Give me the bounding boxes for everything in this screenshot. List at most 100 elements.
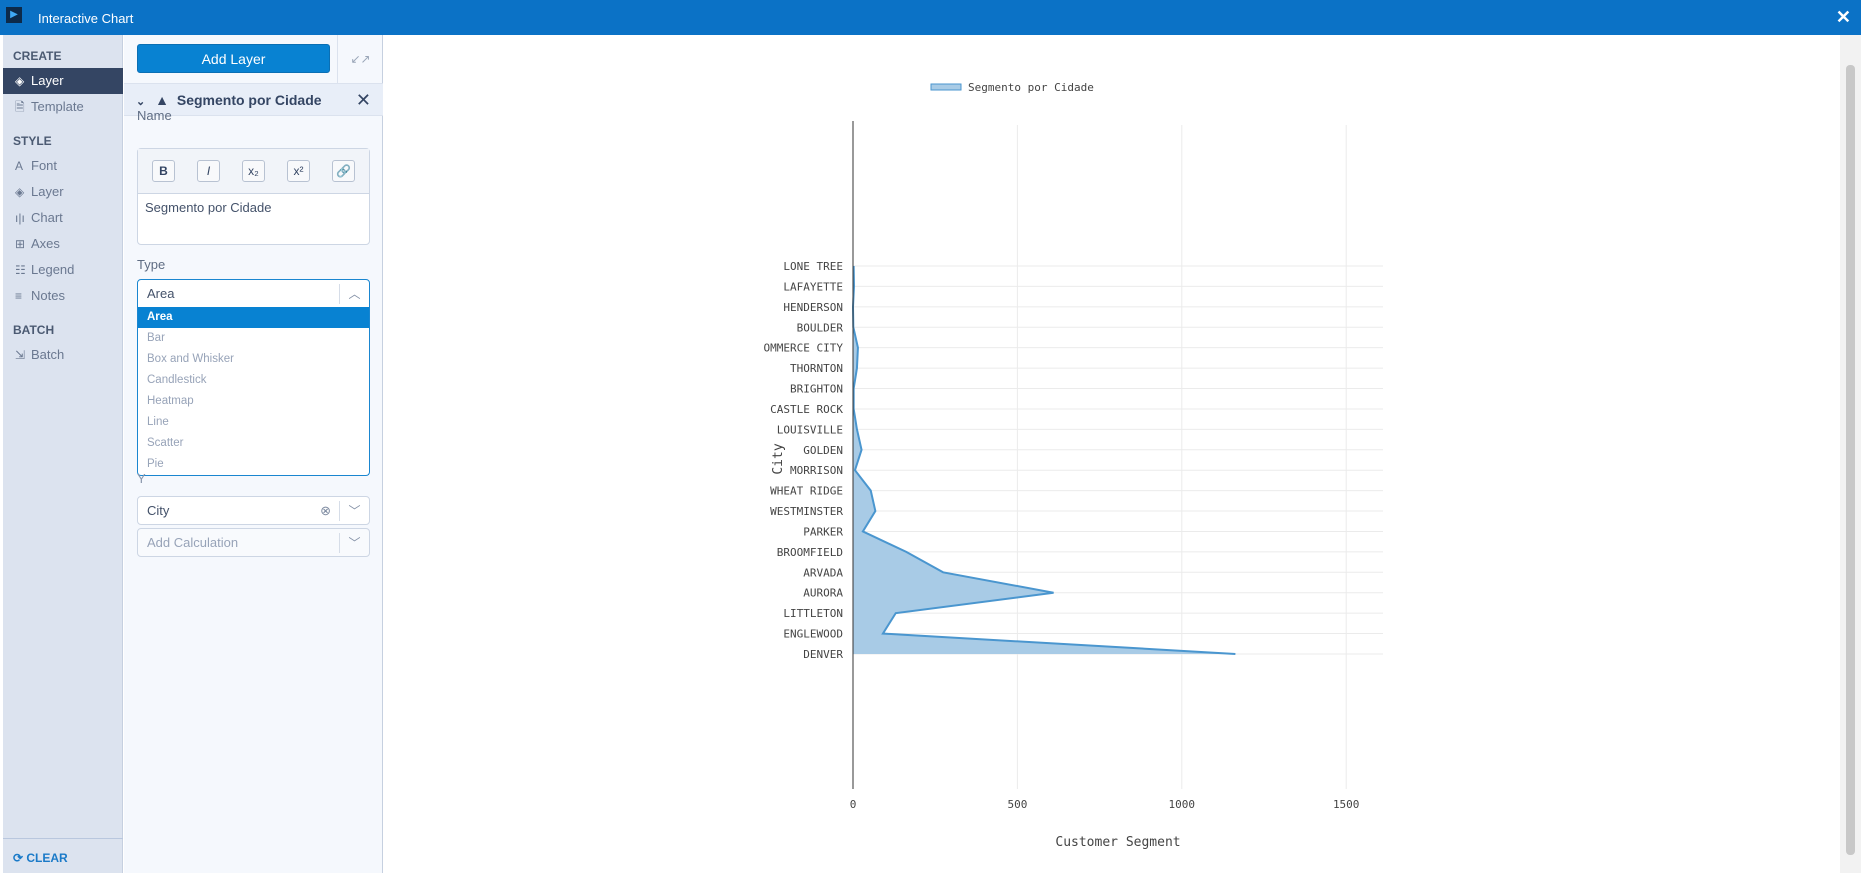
collapse-icon: ↙↗ bbox=[350, 52, 370, 66]
sidebar-item-axes[interactable]: ⊞Axes bbox=[3, 231, 123, 257]
sidebar-item-template[interactable]: 🗎Template bbox=[3, 94, 123, 120]
chevron-down-icon[interactable]: ﹀ bbox=[339, 533, 369, 553]
format-toolbar: B I x₂ x² 🔗 bbox=[138, 149, 369, 194]
sidebar-item-label: Legend bbox=[31, 262, 74, 277]
layer-panel: Add Layer ↙↗ ⌄ ▲ Segmento por Cidade ✕ N… bbox=[124, 35, 383, 873]
area-fill bbox=[853, 266, 1235, 654]
name-input[interactable]: Segmento por Cidade bbox=[138, 194, 369, 221]
type-option-scatter[interactable]: Scatter bbox=[138, 433, 369, 454]
section-batch: BATCH bbox=[13, 323, 54, 337]
superscript-button[interactable]: x² bbox=[287, 160, 310, 182]
layer-title: Segmento por Cidade bbox=[177, 92, 322, 108]
y-tick-label: HENDERSON bbox=[783, 301, 843, 314]
y-value: City bbox=[147, 503, 169, 518]
chart-svg: LONE TREE LAFAYETTE HENDERSON BOULDER OMMERC… bbox=[384, 35, 1840, 873]
y-tick-label: LITTLETON bbox=[783, 607, 843, 620]
sidebar-item-chart[interactable]: ı|ıChart bbox=[3, 205, 123, 231]
chevron-down-icon[interactable]: ⌄ bbox=[136, 96, 145, 108]
y-tick-label: WHEAT RIDGE bbox=[770, 485, 843, 498]
template-icon: 🗎 bbox=[15, 94, 31, 120]
x-tick-label: 500 bbox=[1007, 798, 1027, 811]
y-tick-label: LAFAYETTE bbox=[783, 280, 843, 293]
sidebar-item-legend[interactable]: ☷Legend bbox=[3, 257, 123, 283]
y-select[interactable]: City ⊗ ﹀ bbox=[137, 496, 370, 525]
clear-button[interactable]: ⟳ CLEAR bbox=[3, 838, 123, 877]
subscript-button[interactable]: x₂ bbox=[242, 160, 265, 182]
y-tick-label: AURORA bbox=[803, 587, 843, 600]
calculation-placeholder: Add Calculation bbox=[147, 535, 238, 550]
sidebar-item-label: Font bbox=[31, 158, 57, 173]
sidebar-item-label: Batch bbox=[31, 347, 64, 362]
y-axis-title: City bbox=[771, 443, 786, 474]
collapse-panel-button[interactable]: ↙↗ bbox=[337, 35, 383, 83]
y-tick-label: LONE TREE bbox=[783, 260, 843, 273]
clear-label: CLEAR bbox=[26, 851, 67, 865]
sidebar: CREATE◈Layer🗎TemplateSTYLEAFont◈Layerı|ı… bbox=[3, 35, 123, 873]
clear-value-icon[interactable]: ⊗ bbox=[320, 497, 331, 524]
sidebar-item-font[interactable]: AFont bbox=[3, 153, 123, 179]
x-tick-label: 1000 bbox=[1169, 798, 1196, 811]
type-option-line[interactable]: Line bbox=[138, 412, 369, 433]
type-option-box-and-whisker[interactable]: Box and Whisker bbox=[138, 349, 369, 370]
chevron-up-icon[interactable]: ︿ bbox=[339, 284, 369, 304]
chart-area: LONE TREE LAFAYETTE HENDERSON BOULDER OMMERC… bbox=[384, 35, 1840, 873]
sidebar-item-layer[interactable]: ◈Layer bbox=[3, 68, 123, 94]
y-tick-label: CASTLE ROCK bbox=[770, 403, 843, 416]
type-select[interactable]: Area ︿ bbox=[137, 279, 370, 308]
type-option-bar[interactable]: Bar bbox=[138, 328, 369, 349]
y-tick-label: DENVER bbox=[803, 648, 843, 661]
name-label: Name bbox=[137, 108, 172, 123]
y-tick-label: BRIGHTON bbox=[790, 383, 843, 396]
y-tick-label: BOULDER bbox=[797, 321, 844, 334]
x-tick-label: 1500 bbox=[1333, 798, 1360, 811]
layers-icon: ◈ bbox=[15, 179, 31, 205]
refresh-icon: ⟳ bbox=[13, 851, 26, 865]
sidebar-item-label: Axes bbox=[31, 236, 60, 251]
layers-icon: ◈ bbox=[15, 68, 31, 94]
italic-button[interactable]: I bbox=[197, 160, 220, 182]
x-axis-title: Customer Segment bbox=[1055, 835, 1180, 850]
type-option-area[interactable]: Area bbox=[138, 307, 369, 328]
sidebar-item-label: Chart bbox=[31, 210, 63, 225]
y-tick-label: PARKER bbox=[803, 525, 843, 538]
scrollbar-thumb[interactable] bbox=[1846, 65, 1855, 855]
sidebar-item-batch[interactable]: ⇲Batch bbox=[3, 342, 123, 368]
type-option-candlestick[interactable]: Candlestick bbox=[138, 370, 369, 391]
add-calculation-select[interactable]: Add Calculation ﹀ bbox=[137, 528, 370, 557]
list-icon: ☷ bbox=[15, 257, 31, 283]
y-tick-label: BROOMFIELD bbox=[777, 546, 843, 559]
type-dropdown-list: AreaBarBox and WhiskerCandlestickHeatmap… bbox=[137, 307, 370, 476]
y-tick-label: OMMERCE CITY bbox=[764, 342, 844, 355]
y-tick-label: ARVADA bbox=[803, 566, 843, 579]
type-option-pie[interactable]: Pie bbox=[138, 454, 369, 475]
y-tick-label: THORNTON bbox=[790, 362, 843, 375]
link-button[interactable]: 🔗 bbox=[332, 160, 355, 182]
chevron-down-icon[interactable]: ﹀ bbox=[339, 501, 369, 521]
type-label: Type bbox=[137, 257, 165, 272]
y-tick-label: MORRISON bbox=[790, 464, 843, 477]
name-editor: B I x₂ x² 🔗 Segmento por Cidade bbox=[137, 148, 370, 245]
y-tick-label: LOUISVILLE bbox=[777, 423, 843, 436]
bold-button[interactable]: B bbox=[152, 160, 175, 182]
sidebar-item-layer[interactable]: ◈Layer bbox=[3, 179, 123, 205]
sidebar-item-notes[interactable]: ≡Notes bbox=[3, 283, 123, 309]
sidebar-item-label: Notes bbox=[31, 288, 65, 303]
x-tick-label: 0 bbox=[850, 798, 857, 811]
sidebar-item-label: Layer bbox=[31, 73, 64, 88]
legend-swatch bbox=[931, 84, 961, 90]
type-value: Area bbox=[147, 286, 174, 301]
section-create: CREATE bbox=[13, 49, 61, 63]
type-option-heatmap[interactable]: Heatmap bbox=[138, 391, 369, 412]
title-bar: ▶ Interactive Chart ✕ bbox=[0, 0, 1861, 35]
vertical-scrollbar[interactable] bbox=[1840, 35, 1861, 873]
y-tick-label: GOLDEN bbox=[803, 444, 843, 457]
sidebar-item-label: Layer bbox=[31, 184, 64, 199]
remove-layer-button[interactable]: ✕ bbox=[356, 84, 371, 116]
grid-icon: ⊞ bbox=[15, 231, 31, 257]
batch-icon: ⇲ bbox=[15, 342, 31, 368]
add-layer-button[interactable]: Add Layer bbox=[137, 44, 330, 73]
app-logo-icon: ▶ bbox=[6, 7, 22, 23]
legend-label: Segmento por Cidade bbox=[968, 81, 1094, 94]
close-window-button[interactable]: ✕ bbox=[1836, 7, 1851, 28]
y-tick-label: WESTMINSTER bbox=[770, 505, 843, 518]
